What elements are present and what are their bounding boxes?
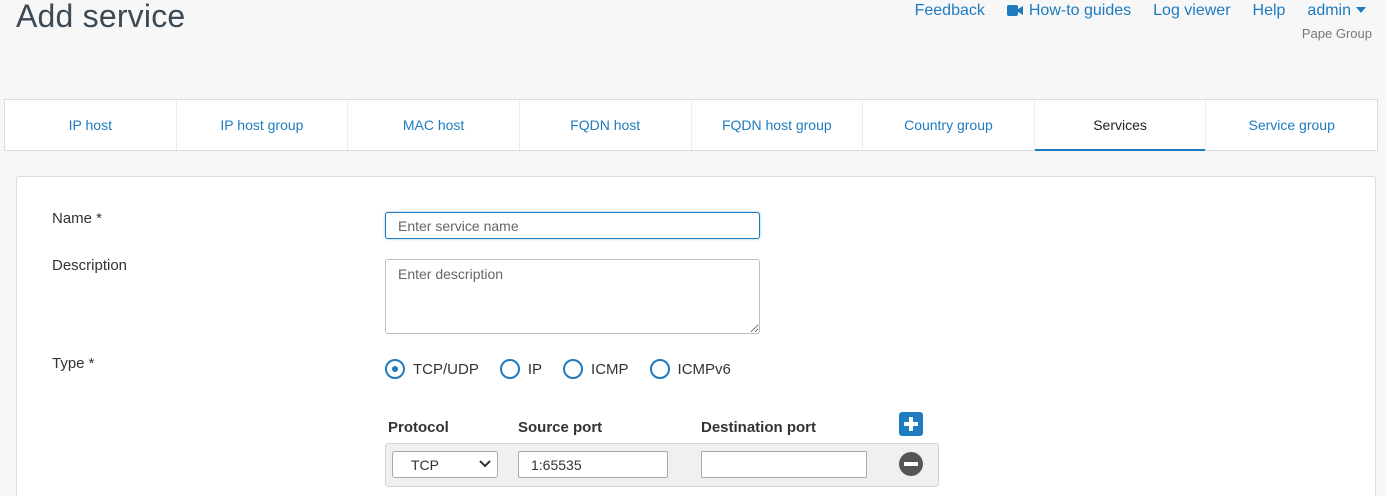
organization-name: Pape Group — [1301, 26, 1372, 41]
top-navigation: Feedback How-to guides Log viewer Help a… — [915, 2, 1366, 20]
radio-checked-icon — [385, 359, 405, 379]
type-radio-group: TCP/UDP IP ICMP ICMPv6 — [385, 359, 752, 379]
radio-label: TCP/UDP — [413, 360, 479, 378]
user-menu[interactable]: admin — [1307, 2, 1366, 20]
object-tabs: IP host IP host group MAC host FQDN host… — [4, 99, 1378, 151]
radio-unchecked-icon — [649, 359, 670, 379]
radio-tcp-udp[interactable]: TCP/UDP — [385, 359, 479, 379]
radio-unchecked-icon — [563, 359, 584, 379]
tab-fqdn-host-group[interactable]: FQDN host group — [692, 100, 864, 150]
type-label: Type * — [52, 355, 95, 372]
radio-label: ICMP — [591, 360, 629, 378]
page-title: Add service — [16, 0, 186, 34]
help-link[interactable]: Help — [1253, 2, 1286, 20]
howto-guides-label: How-to guides — [1028, 2, 1132, 19]
description-label: Description — [52, 257, 128, 274]
feedback-link[interactable]: Feedback — [915, 2, 985, 20]
destination-port-column-header: Destination port — [701, 419, 816, 436]
name-label: Name * — [52, 210, 103, 227]
tab-services[interactable]: Services — [1034, 100, 1207, 151]
howto-guides-link[interactable]: How-to guides — [1006, 2, 1132, 20]
protocol-select[interactable]: TCP — [392, 451, 498, 478]
tab-ip-host[interactable]: IP host — [5, 100, 177, 150]
tab-service-group[interactable]: Service group — [1206, 100, 1377, 150]
protocol-column-header: Protocol — [388, 419, 449, 436]
chevron-down-icon — [479, 460, 491, 468]
tab-fqdn-host[interactable]: FQDN host — [520, 100, 692, 150]
video-camera-icon — [1006, 5, 1023, 16]
tab-ip-host-group[interactable]: IP host group — [177, 100, 349, 150]
description-textarea[interactable] — [385, 259, 760, 334]
radio-ip[interactable]: IP — [499, 359, 543, 379]
user-name: admin — [1307, 2, 1351, 19]
add-row-button[interactable] — [899, 412, 923, 436]
protocol-selected-value: TCP — [411, 456, 439, 473]
source-port-input[interactable] — [518, 451, 668, 478]
radio-icmpv6[interactable]: ICMPv6 — [649, 359, 731, 379]
destination-port-input[interactable] — [701, 451, 867, 478]
log-viewer-link[interactable]: Log viewer — [1153, 2, 1230, 20]
source-port-column-header: Source port — [518, 419, 603, 436]
tab-country-group[interactable]: Country group — [863, 100, 1035, 150]
caret-down-icon — [1356, 7, 1366, 13]
radio-unchecked-icon — [499, 359, 520, 379]
radio-label: ICMPv6 — [677, 360, 731, 378]
tab-mac-host[interactable]: MAC host — [348, 100, 520, 150]
remove-row-button[interactable] — [899, 452, 923, 476]
service-name-input[interactable] — [385, 212, 760, 239]
radio-icmp[interactable]: ICMP — [563, 359, 629, 379]
radio-label: IP — [527, 360, 543, 378]
